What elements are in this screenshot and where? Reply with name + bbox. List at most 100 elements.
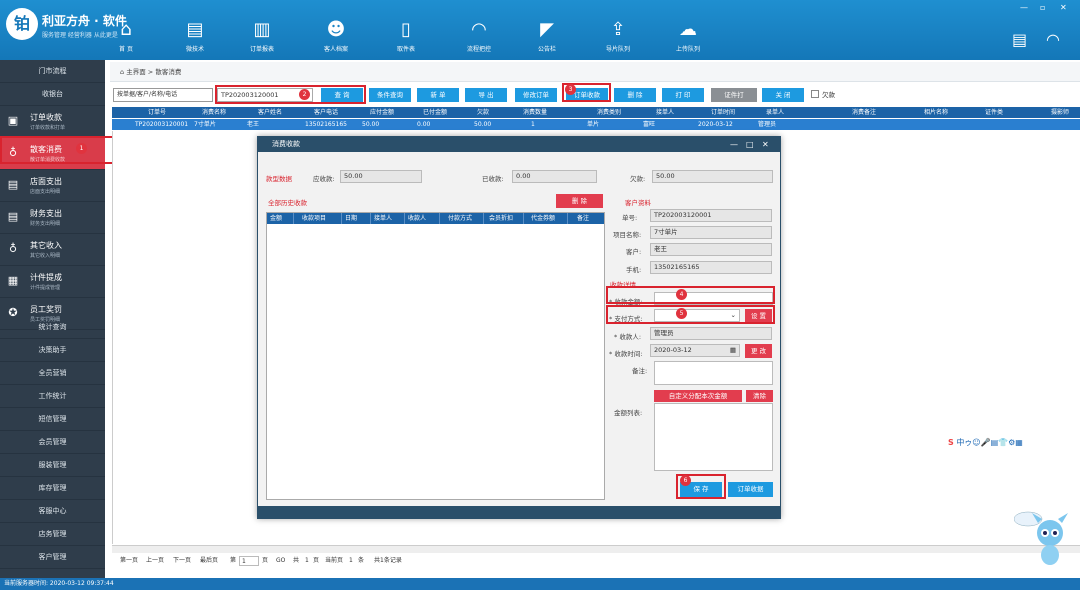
sidebar-item-finance-expense[interactable]: ▤ 财务支出 财务支出明细 xyxy=(0,202,105,234)
sidebar-item-service[interactable]: 客服中心 xyxy=(0,500,105,523)
dialog-close-button[interactable]: ✕ xyxy=(762,137,769,152)
page-input[interactable]: 1 xyxy=(239,556,259,566)
last-page-link[interactable]: 最后页 xyxy=(200,555,218,567)
restore-button[interactable]: ▫ xyxy=(1040,3,1045,12)
sidebar-item-sms[interactable]: 短信管理 xyxy=(0,408,105,431)
history-label: 全部历史收款 xyxy=(268,199,307,207)
clipboard-icon: ▯ xyxy=(401,19,411,40)
horizontal-scrollbar[interactable] xyxy=(112,545,1080,553)
history-delete-button[interactable]: 删 除 xyxy=(556,194,603,208)
dialog-footer xyxy=(258,506,780,519)
highlight-box-4 xyxy=(606,286,775,304)
nav-upload-queue[interactable]: ☁ 上传队列 xyxy=(666,18,710,53)
sidebar-item-other-income[interactable]: ♁ 其它收入 其它收入明细 xyxy=(0,234,105,266)
first-page-link[interactable]: 第一页 xyxy=(120,555,138,567)
print-button[interactable]: 打 印 xyxy=(662,88,704,102)
edit-order-button[interactable]: 修改订单 xyxy=(515,88,557,102)
onenote-icon[interactable]: ▤ xyxy=(1012,30,1027,49)
sidebar-item-store-flow[interactable]: 门市流程 xyxy=(0,60,105,83)
phone-field: 13502165165 xyxy=(650,261,772,274)
sidebar-item-marketing[interactable]: 全员营销 xyxy=(0,362,105,385)
top-bar: 铂 利亚方舟 · 软件 服务管理 经营利器 从此更是 ⌂ 首 页 ▤ 微技术 ▥ 订单… xyxy=(0,0,1080,60)
finance-icon: ▤ xyxy=(7,210,19,223)
item-field: 7寸单片 xyxy=(650,226,772,239)
sidebar-item-store-affairs[interactable]: 店务管理 xyxy=(0,523,105,546)
close-button[interactable]: ✕ xyxy=(1060,3,1067,12)
sidebar-item-order-receive[interactable]: ▣ 订单收款 订单收款和打单 xyxy=(0,106,105,138)
megaphone-icon: ◤ xyxy=(540,19,554,40)
sogou-icon: S xyxy=(948,438,954,447)
go-button[interactable]: GO xyxy=(276,555,285,567)
filter-select[interactable]: 按单据/客户/名称/电话 xyxy=(113,88,213,102)
marker-1: 1 xyxy=(76,143,87,154)
sidebar-item-stats[interactable]: 统计查询 xyxy=(0,316,105,339)
wifi-icon[interactable]: ◠ xyxy=(1046,30,1060,49)
assistant-mascot[interactable] xyxy=(1013,505,1072,573)
clear-allocate-button[interactable]: 清除 xyxy=(746,390,773,402)
print-id-button[interactable]: 证件打 xyxy=(711,88,757,102)
sidebar-item-costume[interactable]: 服装管理 xyxy=(0,454,105,477)
book-icon: ▤ xyxy=(186,19,204,40)
sidebar-item-store-expense[interactable]: ▤ 店面支出 店面支出明细 xyxy=(0,170,105,202)
item-label: 项目名称: xyxy=(613,231,642,239)
home-icon[interactable]: ⌂ xyxy=(120,68,124,76)
breadcrumb: ⌂ 主界面 > 散客消费 xyxy=(110,62,1080,82)
export-button[interactable]: 导 出 xyxy=(465,88,507,102)
sidebar-item-decision[interactable]: 决策助手 xyxy=(0,339,105,362)
sidebar-item-inventory[interactable]: 库存管理 xyxy=(0,477,105,500)
time-change-button[interactable]: 更 改 xyxy=(745,344,772,358)
prev-page-link[interactable]: 上一页 xyxy=(146,555,164,567)
owe-field: 50.00 xyxy=(652,170,773,183)
owe-checkbox[interactable] xyxy=(811,90,819,98)
breadcrumb-current: 散客消费 xyxy=(155,68,182,76)
add-button[interactable]: 新 单 xyxy=(417,88,459,102)
sidebar-item-piece-commission[interactable]: ▦ 计件提成 计件提成管理 xyxy=(0,266,105,298)
collector-label: * 收款人: xyxy=(614,333,642,341)
custom-allocate-button[interactable]: 自定义分配本次金额 xyxy=(654,390,742,402)
sidebar-item-clients[interactable]: 客户管理 xyxy=(0,546,105,569)
marker-6: 6 xyxy=(680,475,691,486)
nav-process[interactable]: ◠ 流程把控 xyxy=(457,18,501,53)
customer-name-label: 客户: xyxy=(626,248,642,256)
owe-label: 欠款: xyxy=(630,175,646,183)
receipt-button[interactable]: 订单收据 xyxy=(728,482,773,497)
wallet-icon: ▤ xyxy=(7,178,19,191)
nav-order-report[interactable]: ▥ 订单报表 xyxy=(240,18,284,53)
grid-header: 订单号 消费名称 客户姓名 客户电话 应付金额 已付金额 欠款 消费数量 消费类… xyxy=(112,107,1080,118)
nav-pickup[interactable]: ▯ 取件表 xyxy=(384,18,428,53)
customer-name-field: 老王 xyxy=(650,243,772,256)
condition-query-button[interactable]: 条件查询 xyxy=(369,88,411,102)
breadcrumb-home[interactable]: 主界面 xyxy=(126,68,146,76)
time-label: * 收款时间: xyxy=(609,350,643,358)
people-icon: ☻ xyxy=(326,19,346,40)
table-row[interactable]: TP202003120001 7寸单片 老王 13502165165 50.00… xyxy=(112,119,1080,130)
phone-label: 手机: xyxy=(626,266,642,274)
minimize-button[interactable]: — xyxy=(1020,3,1028,12)
collector-field: 管理员 xyxy=(650,327,772,340)
ime-toolbar[interactable]: S 中ゥ☺🎤▤👕⚙▦ xyxy=(948,436,1068,449)
marker-5: 5 xyxy=(676,308,687,319)
sidebar-item-cashier[interactable]: 收银台 xyxy=(0,83,105,106)
order-no-label: 单号: xyxy=(622,214,638,222)
close-page-button[interactable]: 关 闭 xyxy=(762,88,804,102)
nav-home[interactable]: ⌂ 首 页 xyxy=(104,18,148,53)
nav-tech[interactable]: ▤ 微技术 xyxy=(173,18,217,53)
sidebar-item-members[interactable]: 会员管理 xyxy=(0,431,105,454)
remark-input[interactable] xyxy=(654,361,773,385)
chart-icon: ▥ xyxy=(253,19,271,40)
assign-list[interactable] xyxy=(654,403,773,471)
dialog-maximize-button[interactable]: □ xyxy=(746,137,754,152)
nav-notice[interactable]: ◤ 公告栏 xyxy=(525,18,569,53)
query-button[interactable]: 查 询 xyxy=(321,88,363,102)
sidebar-item-work-stats[interactable]: 工作统计 xyxy=(0,385,105,408)
order-no-field: TP202003120001 xyxy=(650,209,772,222)
signal-icon: ◠ xyxy=(471,19,487,40)
nav-export-queue[interactable]: ⇪ 导片队列 xyxy=(596,18,640,53)
delete-button[interactable]: 删 除 xyxy=(614,88,656,102)
income-icon: ♁ xyxy=(8,242,18,255)
dialog-title: 消费收款 xyxy=(272,140,300,148)
dialog-minimize-button[interactable]: — xyxy=(730,137,738,152)
history-table-header: 金额 收款项目 日期 接单人 收款人 付款方式 会员折扣 代金券额 备注 xyxy=(267,213,604,224)
nav-customers[interactable]: ☻ 客人档案 xyxy=(314,18,358,53)
next-page-link[interactable]: 下一页 xyxy=(173,555,191,567)
